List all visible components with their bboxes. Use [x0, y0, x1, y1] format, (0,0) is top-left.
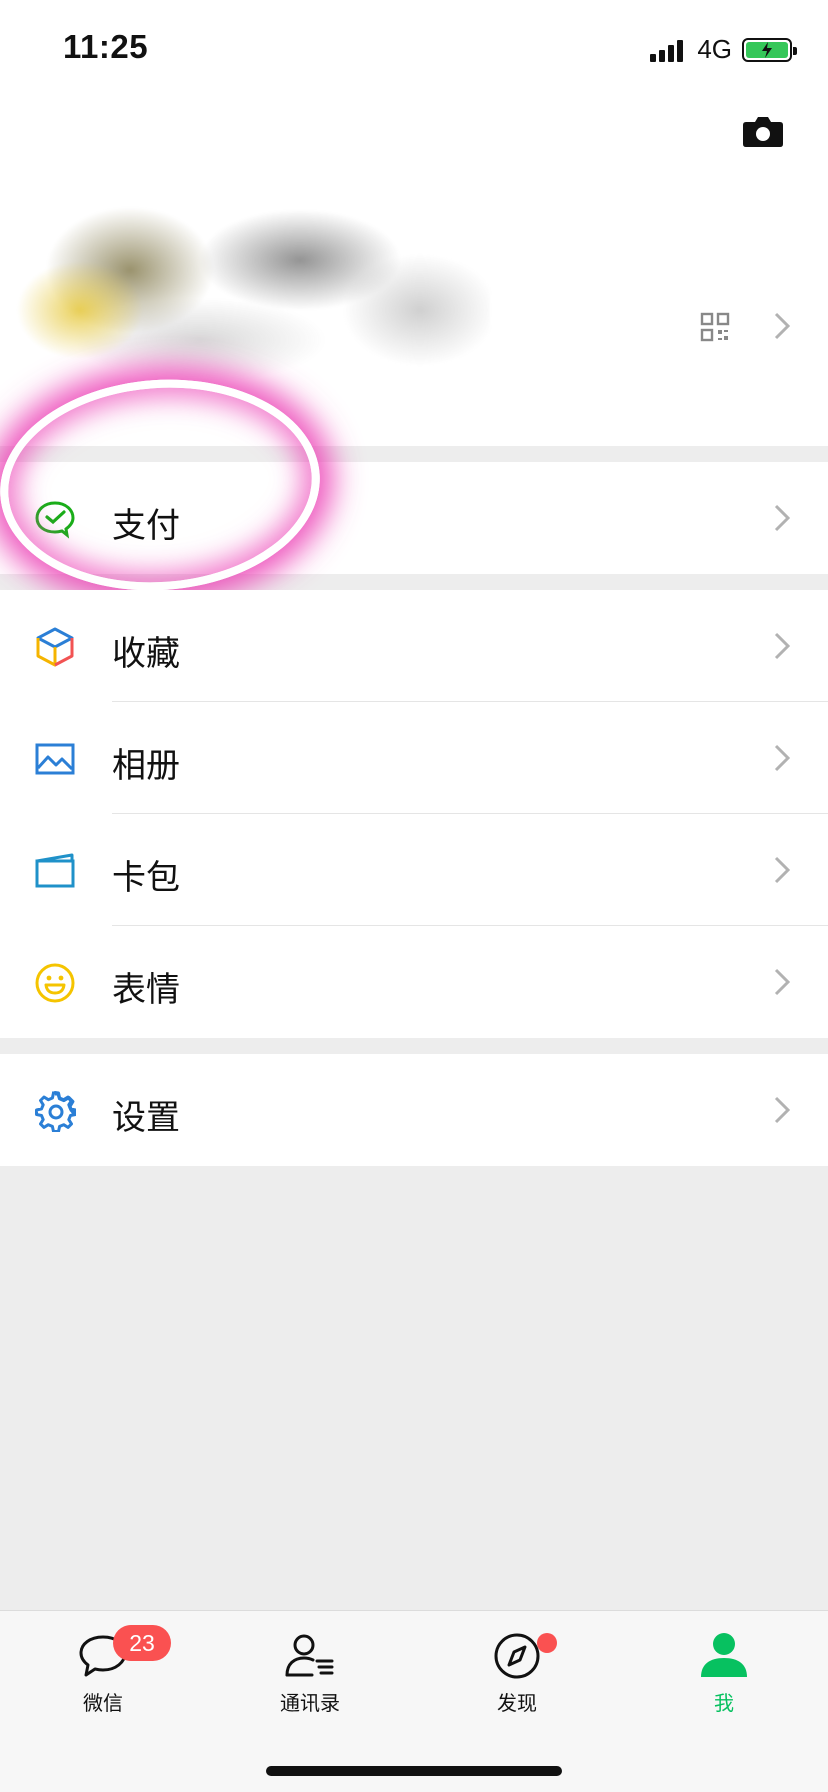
menu-item-emoji[interactable]: 表情 [0, 926, 828, 1038]
network-type: 4G [697, 34, 732, 64]
chevron-right-icon [774, 312, 790, 340]
battery-icon [742, 37, 797, 62]
chevron-right-icon [774, 504, 790, 532]
tab-bar: 微信 23 通讯录 发现 我 [0, 1610, 828, 1792]
chevron-right-icon [774, 968, 790, 996]
emoji-icon [35, 963, 75, 1003]
home-indicator[interactable] [266, 1766, 562, 1776]
status-indicators: 4G [650, 34, 797, 65]
redacted-avatar-and-name [0, 170, 490, 400]
menu-item-pay[interactable]: 支付 [0, 462, 828, 574]
signal-icon [650, 38, 684, 62]
main-menu-group: 收藏 相册 卡包 表情 [0, 590, 828, 1038]
card-wallet-icon [35, 853, 75, 888]
album-icon [35, 743, 75, 775]
tab-contacts[interactable]: 通讯录 [250, 1631, 370, 1716]
contacts-icon [285, 1634, 334, 1677]
menu-label-pay: 支付 [112, 506, 180, 546]
camera-icon[interactable] [742, 114, 784, 148]
tab-chats[interactable]: 微信 23 [43, 1625, 171, 1716]
favorites-cube-icon [36, 627, 74, 667]
chevron-right-icon [774, 1096, 790, 1124]
tab-label-me: 我 [714, 1691, 734, 1715]
profile-header[interactable] [0, 100, 828, 446]
tab-label-discover: 发现 [497, 1691, 537, 1715]
tab-discover[interactable]: 发现 [457, 1631, 577, 1716]
wechat-pay-icon [35, 501, 75, 539]
chevron-right-icon [774, 856, 790, 884]
status-time: 11:25 [63, 28, 149, 65]
compass-icon [494, 1633, 540, 1679]
menu-label-settings: 设置 [112, 1098, 180, 1138]
tab-me[interactable]: 我 [664, 1631, 784, 1716]
menu-item-favorites[interactable]: 收藏 [0, 590, 828, 702]
status-bar: 11:25 4G [0, 0, 828, 100]
menu-item-album[interactable]: 相册 [0, 702, 828, 814]
unread-badge: 23 [113, 1625, 171, 1661]
tab-label-chats: 微信 [83, 1691, 123, 1715]
chevron-right-icon [774, 744, 790, 772]
settings-group: 设置 [0, 1054, 828, 1166]
menu-label-emoji: 表情 [112, 970, 180, 1010]
person-icon [701, 1633, 747, 1677]
menu-label-album: 相册 [112, 746, 180, 786]
tab-label-contacts: 通讯录 [280, 1691, 340, 1715]
pay-group: 支付 [0, 462, 828, 574]
menu-label-favorites: 收藏 [112, 634, 180, 674]
menu-item-card-wallet[interactable]: 卡包 [0, 814, 828, 926]
gear-icon [35, 1091, 76, 1132]
qr-code-icon[interactable] [700, 312, 730, 342]
menu-item-settings[interactable]: 设置 [0, 1054, 828, 1166]
chevron-right-icon [774, 632, 790, 660]
new-content-dot [537, 1633, 557, 1653]
menu-label-card-wallet: 卡包 [112, 858, 180, 898]
